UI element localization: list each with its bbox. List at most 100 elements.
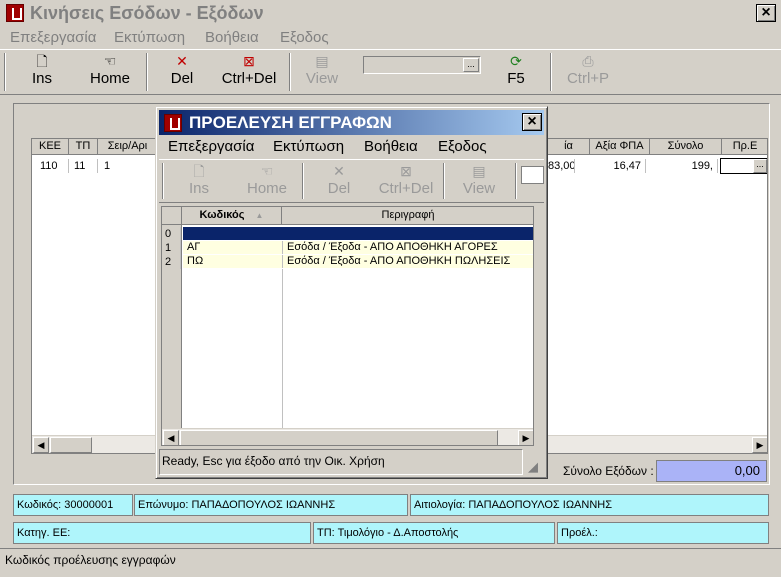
dialog-ctrl-del-label: Ctrl+Del bbox=[378, 180, 434, 197]
scroll-thumb[interactable] bbox=[50, 437, 92, 453]
del-button[interactable]: ✕ Del bbox=[162, 52, 202, 88]
resize-grip-icon[interactable]: ◢ bbox=[528, 459, 544, 475]
info-eponymo: Επώνυμο: ΠΑΠΑΔΟΠΟΥΛΟΣ ΙΩΑΝΝΗΣ bbox=[134, 494, 408, 516]
column-header-axia[interactable]: ία bbox=[548, 139, 590, 155]
column-header-pre[interactable]: Πρ.Ε bbox=[722, 139, 767, 155]
column-header-code[interactable]: Κωδικός ▲ bbox=[182, 207, 282, 225]
dialog-ctrl-del-button[interactable]: ⊠ Ctrl+Del bbox=[372, 162, 440, 198]
row-index: 0 bbox=[165, 227, 181, 241]
dialog-grid-hscrollbar[interactable]: ◀ ▶ bbox=[162, 428, 533, 445]
column-divider bbox=[282, 269, 283, 428]
view-button[interactable]: ▤ View bbox=[300, 52, 344, 88]
code-header-label: Κωδικός bbox=[199, 209, 245, 221]
scroll-right-arrow-icon[interactable]: ▶ bbox=[752, 437, 767, 453]
dialog-toolbar: 🗋 Ins ☜ Home ✕ Del ⊠ Ctrl+Del ▤ View bbox=[159, 159, 544, 203]
main-toolbar: 🗋 Ins ☜ Home ✕ Del ⊠ Ctrl+Del ▤ View ...… bbox=[0, 49, 781, 95]
column-header-fpa[interactable]: Αξία ΦΠΑ bbox=[590, 139, 650, 155]
row-code: ΠΩ bbox=[187, 255, 204, 267]
delete-x-icon: ✕ bbox=[176, 53, 188, 69]
f5-button[interactable]: ⟳ F5 bbox=[496, 52, 536, 88]
cell-seira[interactable]: 1 bbox=[104, 159, 158, 173]
menu-help[interactable]: Βοήθεια bbox=[205, 29, 259, 46]
table-row[interactable]: ΑΓ Εσόδα / Έξοδα - ΑΠΟ ΑΠΟΘΗΚΗ ΑΓΟΡΕΣ bbox=[183, 241, 533, 254]
hand-pointer-icon: ☜ bbox=[260, 163, 274, 179]
menu-exit[interactable]: Εξοδος bbox=[280, 29, 329, 46]
dialog-view-button[interactable]: ▤ View bbox=[457, 162, 501, 198]
scroll-left-arrow-icon[interactable]: ◀ bbox=[163, 430, 179, 445]
cell-fpa[interactable]: 16,47 bbox=[590, 159, 646, 173]
row-description: Εσόδα / Έξοδα - ΑΠΟ ΑΠΟΘΗΚΗ ΑΓΟΡΕΣ bbox=[287, 241, 498, 253]
delete-all-icon: ⊠ bbox=[400, 163, 412, 179]
info-proel: Προέλ.: bbox=[557, 522, 769, 544]
row-index: 2 bbox=[165, 255, 181, 269]
ins-label: Ins bbox=[31, 70, 52, 87]
window-title: Κινήσεις Εσόδων - Εξόδων bbox=[30, 3, 264, 23]
window-close-button[interactable]: × bbox=[756, 4, 776, 22]
table-row[interactable]: ΠΩ Εσόδα / Έξοδα - ΑΠΟ ΑΠΟΘΗΚΗ ΠΩΛΗΣΕΙΣ bbox=[183, 255, 533, 268]
dialog-ins-button[interactable]: 🗋 Ins bbox=[179, 162, 219, 198]
scroll-right-arrow-icon[interactable]: ▶ bbox=[518, 430, 533, 445]
dialog-titlebar: ΠΡΟΕΛΕΥΣΗ ΕΓΓΡΑΦΩΝ × bbox=[159, 110, 544, 135]
row-description: Εσόδα / Έξοδα - ΑΠΟ ΑΠΟΘΗΚΗ ΠΩΛΗΣΕΙΣ bbox=[287, 255, 511, 267]
dialog-del-button[interactable]: ✕ Del bbox=[319, 162, 359, 198]
menu-print[interactable]: Εκτύπωση bbox=[114, 29, 185, 46]
column-header-synolo[interactable]: Σύνολο bbox=[650, 139, 722, 155]
menu-edit[interactable]: Επεξεργασία bbox=[10, 29, 96, 46]
scroll-thumb[interactable] bbox=[180, 430, 498, 445]
column-header-description[interactable]: Περιγραφή bbox=[282, 207, 533, 225]
total-expenses-value: 0,00 bbox=[656, 460, 767, 482]
info-katigoria: Κατηγ. ΕΕ: bbox=[13, 522, 311, 544]
dialog-close-button[interactable]: × bbox=[522, 113, 542, 131]
toolbar-separator bbox=[443, 163, 445, 199]
main-menubar: Επεξεργασία Εκτύπωση Βοήθεια Εξοδος bbox=[0, 27, 781, 47]
statusbar: Κωδικός προέλευσης εγγραφών bbox=[0, 548, 781, 577]
column-header-seira[interactable]: Σειρ/Αρι bbox=[98, 139, 158, 155]
statusbar-text: Κωδικός προέλευσης εγγραφών bbox=[5, 553, 176, 567]
f5-label: F5 bbox=[507, 70, 525, 87]
column-header-kee[interactable]: ΚΕΕ bbox=[32, 139, 69, 155]
dialog-menu-edit[interactable]: Επεξεργασία bbox=[168, 138, 254, 155]
home-button[interactable]: ☜ Home bbox=[84, 52, 136, 88]
dialog-del-label: Del bbox=[327, 180, 351, 197]
dialog-toolbar-input[interactable] bbox=[521, 166, 544, 184]
dialog-menu-exit[interactable]: Εξοδος bbox=[438, 138, 487, 155]
ctrl-p-label: Ctrl+P bbox=[566, 70, 610, 87]
cell-kee[interactable]: 110 bbox=[40, 159, 69, 173]
cell-axia[interactable]: 83,00 bbox=[548, 159, 575, 173]
toolbar-separator bbox=[146, 53, 148, 91]
toolbar-separator bbox=[302, 163, 304, 199]
combo-ellipsis-button[interactable]: ... bbox=[463, 58, 479, 72]
dialog-title: ΠΡΟΕΛΕΥΣΗ ΕΓΓΡΑΦΩΝ bbox=[189, 113, 392, 132]
row-indicator-header bbox=[162, 207, 182, 225]
window-titlebar: Κινήσεις Εσόδων - Εξόδων × bbox=[0, 0, 781, 26]
toolbar-combo[interactable]: ... bbox=[363, 56, 481, 74]
ctrl-del-button[interactable]: ⊠ Ctrl+Del bbox=[215, 52, 283, 88]
dialog-app-icon bbox=[164, 114, 182, 132]
total-expenses-label: Σύνολο Εξόδων : bbox=[563, 464, 654, 478]
dialog-menu-help[interactable]: Βοήθεια bbox=[364, 138, 418, 155]
ins-button[interactable]: 🗋 Ins bbox=[22, 52, 62, 88]
cell-tp[interactable]: 11 bbox=[74, 159, 98, 173]
dialog-menu-print[interactable]: Εκτύπωση bbox=[273, 138, 344, 155]
cell-editor[interactable]: ... bbox=[720, 158, 767, 174]
refresh-icon: ⟳ bbox=[510, 53, 522, 69]
dialog-view-label: View bbox=[462, 180, 496, 197]
hand-pointer-icon: ☜ bbox=[103, 53, 117, 69]
table-row-selected[interactable] bbox=[183, 227, 533, 240]
toolbar-separator bbox=[550, 53, 552, 91]
column-divider bbox=[282, 255, 283, 268]
scroll-left-arrow-icon[interactable]: ◀ bbox=[33, 437, 49, 453]
dialog-home-button[interactable]: ☜ Home bbox=[241, 162, 293, 198]
column-header-tp[interactable]: ΤΠ bbox=[69, 139, 98, 155]
delete-x-icon: ✕ bbox=[333, 163, 345, 179]
cell-synolo[interactable]: 199, bbox=[650, 159, 718, 173]
ctrl-del-label: Ctrl+Del bbox=[221, 70, 277, 87]
view-document-icon: ▤ bbox=[315, 53, 329, 69]
origin-dialog: ΠΡΟΕΛΕΥΣΗ ΕΓΓΡΑΦΩΝ × Επεξεργασία Εκτύπωσ… bbox=[155, 106, 548, 479]
toolbar-separator bbox=[515, 163, 517, 199]
ctrl-p-button[interactable]: ⎙ Ctrl+P bbox=[560, 52, 616, 88]
del-label: Del bbox=[170, 70, 194, 87]
cell-ellipsis-button[interactable]: ... bbox=[753, 159, 767, 173]
dialog-ins-label: Ins bbox=[188, 180, 209, 197]
row-code: ΑΓ bbox=[187, 241, 201, 253]
